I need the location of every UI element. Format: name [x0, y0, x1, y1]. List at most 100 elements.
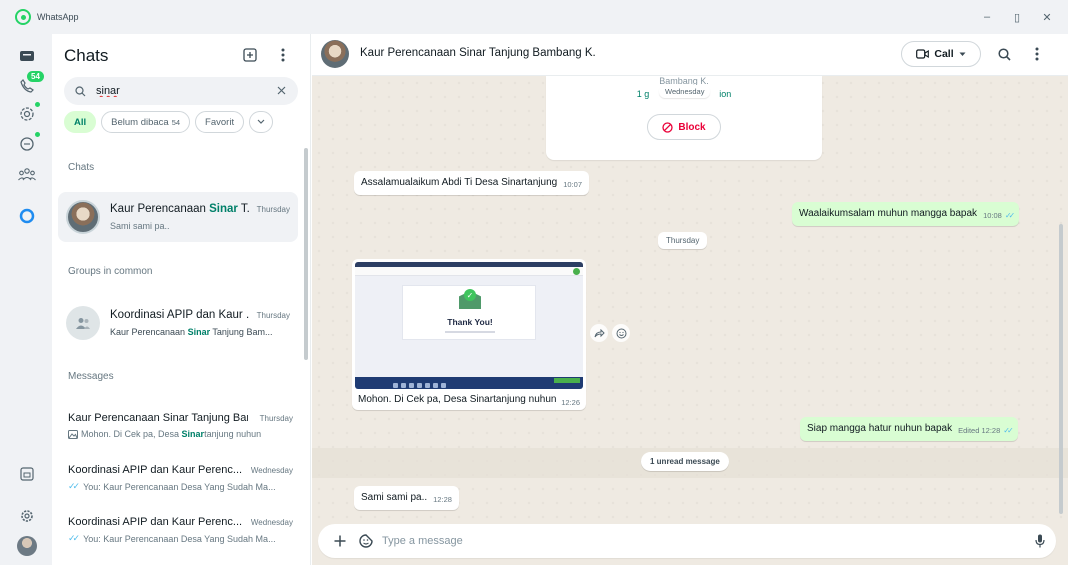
chat-time: Thursday [256, 205, 290, 214]
archived-icon[interactable] [17, 464, 37, 484]
message-result-item[interactable]: Koordinasi APIP dan Kaur Perenc... Wedne… [68, 516, 293, 556]
filter-unread-count: 54 [171, 117, 181, 127]
filter-more-button[interactable] [249, 111, 274, 133]
message-list: Bambang K. 1 g ion Wednesday Block Assala… [312, 76, 1068, 524]
section-chats: Chats [68, 162, 95, 173]
microphone-icon[interactable] [1032, 533, 1048, 549]
group-time: Thursday [256, 311, 290, 320]
chat-preview: Sami sami pa.. [110, 221, 170, 231]
contact-avatar [66, 200, 100, 234]
chat-list-item[interactable]: Kaur Perencanaan Sinar T... Thursday Sam… [58, 192, 298, 242]
message-preview: ✓✓ You: Kaur Perencanaan Desa Yang Sudah … [68, 533, 276, 544]
filter-favorites[interactable]: Favorit [195, 111, 245, 133]
filter-unread-label: Belum dibaca [111, 116, 169, 128]
menu-dots-icon[interactable] [1029, 46, 1045, 62]
block-label: Block [678, 121, 706, 133]
image-icon [68, 429, 78, 439]
clear-search-icon[interactable] [275, 84, 288, 97]
message-preview: Mohon. Di Cek pa, Desa Sinartanjung nuhu… [68, 429, 288, 439]
block-icon [662, 121, 674, 133]
emoji-react-icon[interactable] [612, 324, 630, 342]
read-ticks-icon: ✓✓ [1003, 426, 1014, 435]
date-pill-wednesday: Wednesday [659, 85, 711, 98]
sidebar-title: Chats [64, 46, 109, 65]
calls-nav-icon[interactable] [17, 76, 37, 96]
group-list-item[interactable]: Koordinasi APIP dan Kaur ... Thursday Ka… [58, 298, 298, 348]
message-time: Thursday [259, 414, 293, 423]
status-nav-icon[interactable] [17, 104, 37, 124]
contact-name[interactable]: Kaur Perencanaan Sinar Tanjung Bambang K… [360, 47, 596, 59]
group-preview: Kaur Perencanaan Sinar Tanjung Bam... [110, 327, 273, 337]
window-controls: – ▯ ✕ [972, 7, 1062, 27]
search-chat-icon[interactable] [996, 46, 1012, 62]
chevron-down-icon [257, 119, 265, 124]
message-time: 10:07 [563, 180, 582, 189]
forward-icon[interactable] [590, 324, 608, 342]
settings-gear-icon[interactable] [17, 506, 37, 526]
read-ticks-icon: ✓✓ [68, 481, 80, 491]
meta-ai-icon[interactable] [17, 206, 37, 226]
filter-unread[interactable]: Belum dibaca 54 [101, 111, 191, 133]
check-icon: ✓ [464, 289, 476, 301]
search-icon [74, 85, 86, 97]
chevron-down-icon [959, 52, 966, 56]
minimize-button[interactable]: – [972, 7, 1002, 27]
emoji-sticker-icon[interactable] [358, 533, 374, 549]
search-input[interactable] [96, 85, 266, 97]
conversation-header: Kaur Perencanaan Sinar Tanjung Bambang K… [312, 34, 1068, 76]
message-bubble-outgoing[interactable]: Siap mangga hatur nuhun bapak Edited 12:2… [800, 417, 1018, 441]
call-button[interactable]: Call [901, 41, 981, 67]
image-thumbnail[interactable]: ✓ Thank You! [355, 262, 583, 389]
image-thank-you-text: Thank You! [447, 317, 493, 327]
contact-avatar[interactable] [321, 40, 349, 68]
call-label: Call [934, 48, 954, 60]
date-pill-thursday: Thursday [658, 232, 708, 249]
message-result-item[interactable]: Kaur Perencanaan Sinar Tanjung Ban Thurs… [68, 412, 293, 452]
message-text: Waalaikumsalam muhun mangga bapak [799, 208, 978, 219]
image-caption: Mohon. Di Cek pa, Desa Sinartanjung nuhu… [358, 394, 557, 405]
message-edited-time: Edited 12:28 [958, 426, 1001, 435]
status-dot [35, 102, 40, 107]
message-chat-name: Kaur Perencanaan Sinar Tanjung Ban [68, 412, 248, 424]
message-bubble-incoming[interactable]: Sami sami pa.. 12:28 [354, 486, 459, 510]
filter-chips: All Belum dibaca 54 Favorit [64, 111, 274, 133]
message-input[interactable] [382, 530, 982, 552]
attach-plus-icon[interactable] [332, 533, 348, 549]
image-message[interactable]: ✓ Thank You! Mohon. Di Cek pa, Desa Sina… [352, 259, 586, 410]
contact-info-card: Bambang K. 1 g ion Wednesday Block [546, 76, 822, 160]
chat-name: Kaur Perencanaan Sinar T... [110, 203, 250, 215]
section-messages: Messages [68, 371, 114, 382]
app-title: WhatsApp [37, 12, 79, 22]
close-button[interactable]: ✕ [1032, 7, 1062, 27]
read-ticks-icon: ✓✓ [1004, 211, 1016, 220]
communities-nav-icon[interactable] [17, 164, 37, 184]
group-name: Koordinasi APIP dan Kaur ... [110, 309, 250, 321]
conversation-panel: Kaur Perencanaan Sinar Tanjung Bambang K… [312, 34, 1068, 565]
restore-button[interactable]: ▯ [1002, 7, 1032, 27]
message-time: 12:26 [561, 398, 580, 407]
message-time: 12:28 [433, 495, 452, 504]
nav-rail: 54 [0, 34, 52, 565]
filter-all[interactable]: All [64, 111, 97, 133]
conversation-scrollbar[interactable] [1059, 224, 1063, 514]
message-text: Siap mangga hatur nuhun bapak [807, 423, 953, 434]
read-ticks-icon: ✓✓ [68, 533, 80, 543]
section-groups: Groups in common [68, 266, 153, 277]
group-avatar-icon [66, 306, 100, 340]
block-button[interactable]: Block [647, 114, 721, 140]
chats-nav-icon[interactable] [17, 46, 37, 66]
new-chat-icon[interactable] [241, 46, 259, 64]
message-result-item[interactable]: Koordinasi APIP dan Kaur Perenc... Wedne… [68, 464, 293, 504]
menu-dots-icon[interactable] [274, 46, 292, 64]
channels-nav-icon[interactable] [17, 134, 37, 154]
message-text: Assalamualaikum Abdi Ti Desa Sinartanjun… [361, 177, 558, 188]
message-bubble-outgoing[interactable]: Waalaikumsalam muhun mangga bapak 10:08 ✓✓ [792, 202, 1020, 226]
channels-dot [35, 132, 40, 137]
message-chat-name: Koordinasi APIP dan Kaur Perenc... [68, 516, 243, 528]
sidebar-scrollbar[interactable] [304, 148, 308, 360]
message-time: 10:08 [983, 211, 1002, 220]
message-composer [318, 524, 1056, 558]
profile-avatar[interactable] [17, 536, 37, 556]
message-bubble-incoming[interactable]: Assalamualaikum Abdi Ti Desa Sinartanjun… [354, 171, 589, 195]
message-time: Wednesday [250, 466, 293, 475]
